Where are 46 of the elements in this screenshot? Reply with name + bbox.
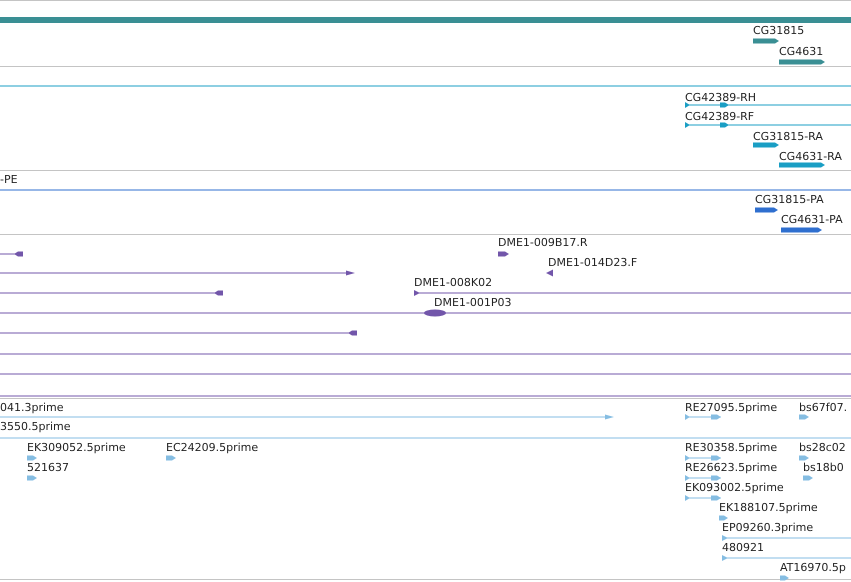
feature-label: DME1-009B17.R — [498, 236, 588, 249]
feature-glyph[interactable] — [424, 309, 446, 317]
feature-label: EK093002.5prime — [685, 481, 784, 494]
feature-label: bs28c02 — [799, 441, 846, 454]
feature-label: CG31815 — [753, 24, 804, 37]
feature-label: 480921 — [722, 541, 764, 554]
feature-label: EK188107.5prime — [719, 501, 818, 514]
feature-label: EK309052.5prime — [27, 441, 126, 454]
feature-label: CG42389-RH — [685, 91, 756, 104]
feature-label: CG31815-RA — [753, 130, 823, 143]
feature-label: CG4631-RA — [779, 150, 842, 163]
feature-glyph[interactable] — [779, 58, 825, 66]
feature-label: 3550.5prime — [0, 420, 71, 433]
feature-label: 041.3prime — [0, 401, 64, 414]
feature-label: DME1-008K02 — [414, 276, 492, 289]
feature-glyph[interactable] — [0, 250, 23, 258]
feature-glyph[interactable] — [685, 101, 851, 109]
feature-label: EC24209.5prime — [166, 441, 258, 454]
feature-label: bs18b0 — [803, 461, 844, 474]
feature-label: DME1-014D23.F — [548, 256, 638, 269]
feature-label: RE27095.5prime — [685, 401, 778, 414]
feature-label: -PE — [0, 173, 18, 186]
feature-glyph[interactable] — [0, 16, 851, 24]
feature-glyph[interactable] — [779, 161, 825, 169]
feature-label: EP09260.3prime — [722, 521, 814, 534]
feature-label: AT16970.5p — [780, 561, 846, 574]
feature-glyph[interactable] — [755, 206, 778, 214]
feature-label: CG4631-PA — [781, 213, 843, 226]
feature-label: RE30358.5prime — [685, 441, 778, 454]
feature-label: DME1-001P03 — [434, 296, 512, 309]
feature-label: CG42389-RF — [685, 110, 754, 123]
feature-glyph[interactable] — [498, 250, 509, 258]
feature-glyph[interactable] — [414, 289, 851, 297]
feature-glyph[interactable] — [753, 37, 779, 45]
feature-label: RE26623.5prime — [685, 461, 778, 474]
feature-glyph[interactable] — [0, 289, 223, 297]
feature-label: CG31815-PA — [755, 193, 824, 206]
feature-label: CG4631 — [779, 45, 824, 58]
feature-glyph[interactable] — [0, 329, 357, 337]
feature-glyph[interactable] — [781, 226, 822, 234]
feature-label: 521637 — [27, 461, 69, 474]
feature-glyph[interactable] — [546, 269, 553, 277]
feature-glyph[interactable] — [685, 121, 851, 129]
feature-glyph[interactable] — [753, 141, 779, 149]
feature-label: bs67f07. — [799, 401, 848, 414]
feature-glyph[interactable] — [0, 269, 355, 277]
